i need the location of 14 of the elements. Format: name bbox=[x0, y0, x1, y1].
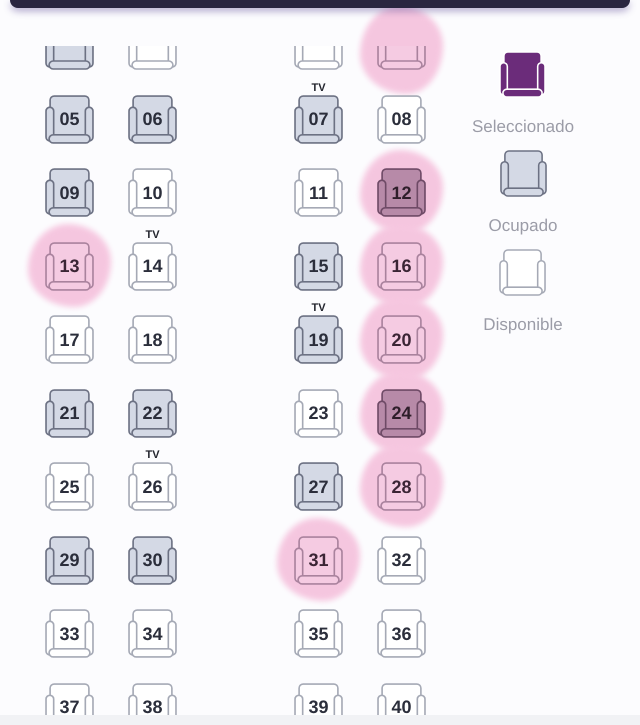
seat-button[interactable] bbox=[45, 46, 94, 70]
seat-tag: TV bbox=[311, 82, 326, 94]
legend-label: Disponible bbox=[483, 315, 563, 335]
seat-tag: TV bbox=[311, 302, 326, 314]
armchair-icon bbox=[499, 249, 546, 296]
legend-label: Ocupado bbox=[488, 216, 558, 236]
legend-label: Seleccionado bbox=[472, 117, 574, 137]
seat-button[interactable] bbox=[377, 46, 426, 70]
armchair-icon bbox=[499, 51, 546, 98]
seat-tag: TV bbox=[145, 228, 160, 240]
seat-tag: TV bbox=[145, 449, 160, 461]
seat-button[interactable] bbox=[294, 46, 343, 70]
seat-button[interactable] bbox=[128, 46, 177, 70]
armchair-icon bbox=[500, 150, 546, 197]
